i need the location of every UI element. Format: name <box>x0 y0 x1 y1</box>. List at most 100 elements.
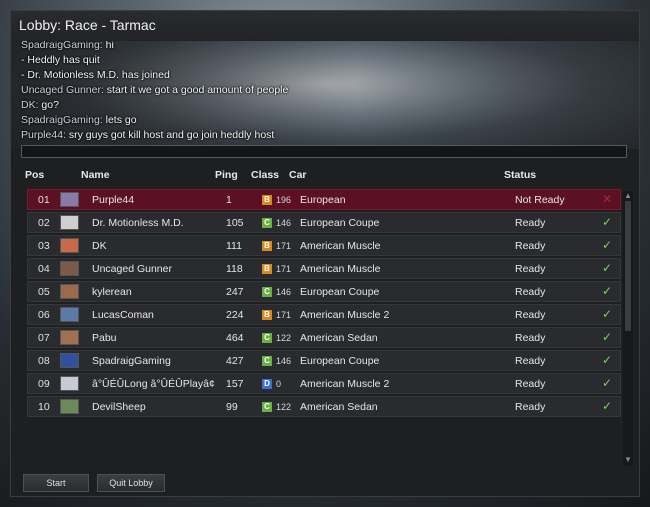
class-badge: D <box>262 379 272 389</box>
player-row[interactable]: 04 Uncaged Gunner 118 B 171 American Muscle Re… <box>27 258 621 279</box>
player-row[interactable]: 08 SpadraigGaming 427 C 146 European Coupe Rea… <box>27 350 621 371</box>
player-car: American Sedan <box>300 401 378 413</box>
class-value: 171 <box>276 264 292 274</box>
chat-line-author: Uncaged Gunner: <box>21 84 104 96</box>
player-status: Ready <box>515 401 546 413</box>
avatar <box>60 399 79 414</box>
player-row[interactable]: 01 Purple44 1 B 196 European Not Ready ✕ <box>27 189 621 210</box>
player-list-scrollbar[interactable]: ▲ ▼ <box>623 191 633 466</box>
class-badge: B <box>262 264 272 274</box>
player-row[interactable]: 06 LucasComan 224 B 171 American Muscle 2 Read… <box>27 304 621 325</box>
avatar <box>60 238 79 253</box>
chat-line-text: start it we got a good amount of people <box>103 84 289 96</box>
class-value: 146 <box>276 287 292 297</box>
class-badge: C <box>262 287 272 297</box>
player-status: Ready <box>515 217 546 229</box>
player-name: DK <box>92 240 107 252</box>
header-name[interactable]: Name <box>81 169 110 181</box>
player-status: Ready <box>515 378 546 390</box>
player-row[interactable]: 10 DevilSheep 99 C 122 American Sedan Ready ✓ <box>27 396 621 417</box>
chat-line: - Dr. Motionless M.D. has joined <box>21 69 170 81</box>
chat-line: Uncaged Gunner: start it we got a good a… <box>21 84 288 96</box>
class-value: 171 <box>276 241 292 251</box>
header-ping[interactable]: Ping <box>215 169 238 181</box>
player-ping: 464 <box>226 332 244 344</box>
header-status[interactable]: Status <box>504 169 536 181</box>
start-button[interactable]: Start <box>23 474 89 492</box>
chat-line-author: SpadraigGaming: <box>21 114 103 126</box>
player-name: SpadraigGaming <box>92 355 171 367</box>
header-pos[interactable]: Pos <box>25 169 44 181</box>
class-value: 146 <box>276 218 292 228</box>
header-class[interactable]: Class <box>251 169 279 181</box>
scrollbar-thumb[interactable] <box>625 201 631 331</box>
chat-line-text: sry guys got kill host and go join heddl… <box>65 129 275 141</box>
player-row[interactable]: 03 DK 111 B 171 American Muscle Ready ✓ <box>27 235 621 256</box>
check-icon: ✓ <box>602 353 613 367</box>
player-car: American Muscle 2 <box>300 378 390 390</box>
player-ping: 99 <box>226 401 238 413</box>
check-icon: ✓ <box>602 238 613 252</box>
chat-input[interactable] <box>21 145 627 158</box>
avatar <box>60 376 79 391</box>
check-icon: ✓ <box>602 215 613 229</box>
avatar <box>60 192 79 207</box>
avatar <box>60 330 79 345</box>
scroll-up-icon[interactable]: ▲ <box>624 191 632 200</box>
player-status: Ready <box>515 263 546 275</box>
check-icon: ✓ <box>602 399 613 413</box>
chat-line-author: DK: <box>21 99 39 111</box>
player-row[interactable]: 09 â°ÛÉÛLong â°ÛÉÛPlayâ¢ 157 D 0 American Mus… <box>27 373 621 394</box>
player-pos: 04 <box>38 263 50 275</box>
player-name: Purple44 <box>92 194 135 206</box>
player-status: Ready <box>515 332 546 344</box>
player-status: Not Ready <box>515 194 565 206</box>
player-pos: 01 <box>38 194 50 206</box>
class-value: 146 <box>276 356 292 366</box>
chat-line: - Heddly has quit <box>21 54 100 66</box>
chat-log: SpadraigGaming: hi - Heddly has quit - D… <box>11 41 639 149</box>
avatar <box>60 261 79 276</box>
player-name: kylerean <box>92 286 132 298</box>
player-ping: 427 <box>226 355 244 367</box>
check-icon: ✓ <box>602 307 613 321</box>
check-icon: ✓ <box>602 261 613 275</box>
chat-line-text: hi <box>102 41 114 51</box>
class-badge: C <box>262 402 272 412</box>
player-name: DevilSheep <box>92 401 146 413</box>
player-pos: 08 <box>38 355 50 367</box>
player-car: European Coupe <box>300 286 380 298</box>
player-car: European Coupe <box>300 217 380 229</box>
player-pos: 09 <box>38 378 50 390</box>
check-icon: ✓ <box>602 376 613 390</box>
title-bar: Lobby: Race - Tarmac <box>11 11 639 41</box>
quit-lobby-button[interactable]: Quit Lobby <box>97 474 165 492</box>
chat-line: SpadraigGaming: hi <box>21 41 114 51</box>
chat-line-text: - Heddly has quit <box>21 54 100 66</box>
player-ping: 1 <box>226 194 232 206</box>
header-car[interactable]: Car <box>289 169 307 181</box>
player-row[interactable]: 07 Pabu 464 C 122 American Sedan Ready ✓ <box>27 327 621 348</box>
chat-line: Purple44: sry guys got kill host and go … <box>21 129 274 141</box>
player-car: European Coupe <box>300 355 380 367</box>
check-icon: ✓ <box>602 330 613 344</box>
player-pos: 07 <box>38 332 50 344</box>
scroll-down-icon[interactable]: ▼ <box>624 455 632 464</box>
player-pos: 10 <box>38 401 50 413</box>
player-status: Ready <box>515 286 546 298</box>
player-row[interactable]: 05 kylerean 247 C 146 European Coupe Ready ✓ <box>27 281 621 302</box>
avatar <box>60 215 79 230</box>
player-ping: 157 <box>226 378 244 390</box>
player-row[interactable]: 02 Dr. Motionless M.D. 105 C 146 European Cou… <box>27 212 621 233</box>
player-ping: 247 <box>226 286 244 298</box>
player-name: Uncaged Gunner <box>92 263 172 275</box>
class-badge: C <box>262 356 272 366</box>
class-badge: B <box>262 195 272 205</box>
player-name: Pabu <box>92 332 117 344</box>
player-ping: 224 <box>226 309 244 321</box>
player-pos: 03 <box>38 240 50 252</box>
close-icon[interactable]: ✕ <box>602 192 612 206</box>
class-value: 171 <box>276 310 292 320</box>
player-car: American Muscle <box>300 263 381 275</box>
avatar <box>60 284 79 299</box>
